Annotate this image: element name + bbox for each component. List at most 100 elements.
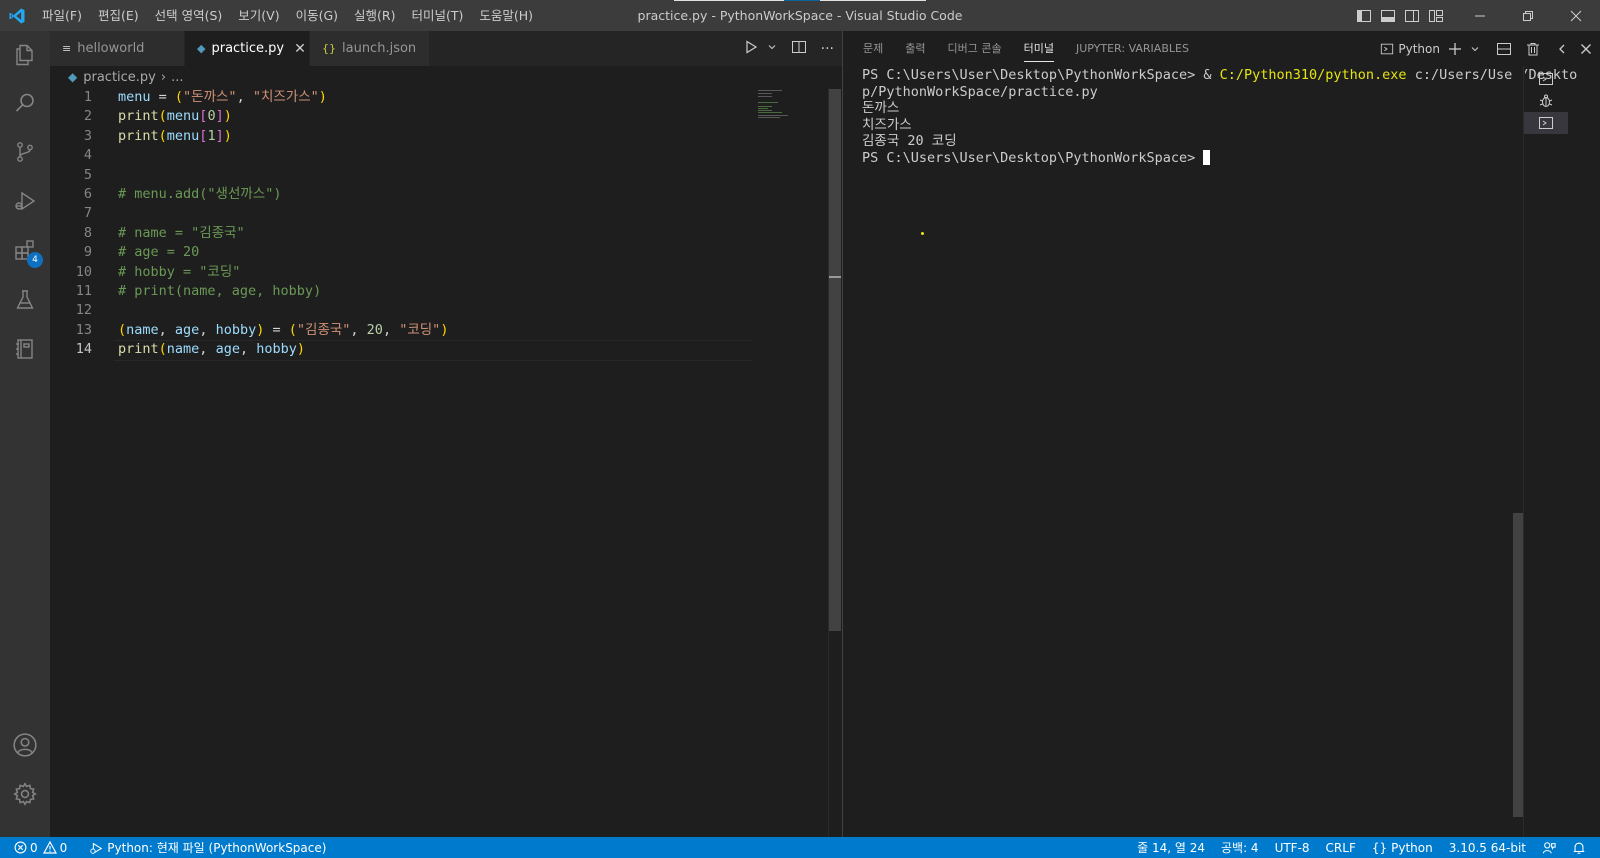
- terminal-profile[interactable]: Python: [1376, 31, 1444, 66]
- debug-terminal-icon[interactable]: [1524, 90, 1568, 112]
- kill-terminal-icon[interactable]: [1522, 31, 1544, 66]
- code-token: menu: [166, 127, 200, 144]
- customize-layout-icon[interactable]: [1424, 0, 1448, 31]
- code-line[interactable]: 7: [50, 204, 828, 223]
- code-token: ): [223, 127, 232, 144]
- code-line[interactable]: 11 # print(name, age, hobby): [50, 282, 828, 301]
- code-token: # age = 20: [118, 244, 200, 261]
- run-file-icon[interactable]: [743, 39, 759, 59]
- code-token: hobby: [256, 341, 297, 358]
- chevron-left-icon[interactable]: [1552, 31, 1572, 66]
- code-token: ,: [239, 341, 257, 358]
- tab-jupyter-variables[interactable]: JUPYTER: VARIABLES: [1076, 31, 1189, 66]
- interpreter-status[interactable]: 3.10.5 64-bit: [1441, 837, 1534, 858]
- indentation-status[interactable]: 공백: 4: [1213, 837, 1267, 858]
- tab-debug-console[interactable]: 디버그 콘솔: [948, 31, 1002, 66]
- tab-terminal[interactable]: 터미널: [1023, 31, 1055, 66]
- code-line[interactable]: 12: [50, 301, 828, 320]
- source-control-icon[interactable]: [0, 128, 50, 176]
- minimize-window-button[interactable]: [1456, 0, 1504, 31]
- language-mode-status[interactable]: {} Python: [1364, 837, 1441, 858]
- breadcrumb-file[interactable]: practice.py: [83, 70, 156, 85]
- code-token: (: [158, 341, 167, 358]
- code-line[interactable]: 13 (name, age, hobby) = ("김종국", 20, "코딩"): [50, 321, 828, 340]
- terminal-instance-icon[interactable]: [1524, 68, 1568, 90]
- extensions-icon[interactable]: 4: [0, 226, 50, 274]
- run-debug-icon[interactable]: [0, 177, 50, 225]
- menu-item-6[interactable]: 터미널(T): [404, 0, 472, 31]
- status-bar: 0 0 Python: 현재 파일 (PythonWorkSpace) 줄 14…: [0, 837, 1600, 858]
- explorer-icon[interactable]: [0, 31, 50, 79]
- title-actions: [1352, 0, 1600, 31]
- code-token: name: [166, 341, 200, 358]
- terminal-scrollbar-thumb[interactable]: [1513, 513, 1523, 817]
- search-icon[interactable]: [0, 79, 50, 127]
- close-window-button[interactable]: [1552, 0, 1600, 31]
- code-line[interactable]: 9 # age = 20: [50, 243, 828, 262]
- code-line[interactable]: 10 # hobby = "코딩": [50, 263, 828, 282]
- python-terminal-icon[interactable]: [1524, 112, 1568, 134]
- tab-helloworld[interactable]: ≡ helloworld: [50, 31, 185, 66]
- encoding-status[interactable]: UTF-8: [1267, 837, 1318, 858]
- more-actions-icon[interactable]: ···: [821, 41, 834, 57]
- line-content: print(menu[1]): [118, 127, 232, 146]
- line-number: 9: [83, 244, 92, 261]
- close-panel-icon[interactable]: [1576, 31, 1596, 66]
- code-line[interactable]: 5: [50, 166, 828, 185]
- code-line[interactable]: 4: [50, 146, 828, 165]
- toggle-panel-icon[interactable]: [1376, 0, 1400, 31]
- tab-problems[interactable]: 문제: [863, 31, 883, 66]
- settings-gear-icon[interactable]: [0, 770, 50, 818]
- restore-window-button[interactable]: [1504, 0, 1552, 31]
- terminal-tabs-list: [1523, 66, 1600, 837]
- tab-practice-py[interactable]: ◆ practice.py ✕: [185, 31, 310, 66]
- toggle-primary-sidebar-icon[interactable]: [1352, 0, 1376, 31]
- code-token: # hobby = "코딩": [118, 263, 241, 280]
- code-token: (: [174, 89, 184, 105]
- feedback-icon[interactable]: [1534, 837, 1564, 858]
- notifications-bell-icon[interactable]: [1564, 837, 1600, 858]
- account-icon[interactable]: [0, 721, 50, 769]
- code-token: ]: [215, 108, 224, 125]
- tab-launch-json[interactable]: {} launch.json: [310, 31, 430, 66]
- menu-item-3[interactable]: 보기(V): [230, 0, 287, 31]
- run-dropdown-icon[interactable]: [767, 41, 777, 56]
- line-number: 5: [83, 166, 92, 183]
- terminal-dropdown-icon[interactable]: [1466, 31, 1484, 66]
- split-editor-icon[interactable]: [791, 39, 807, 59]
- menu-item-0[interactable]: 파일(F): [34, 0, 90, 31]
- problems-status[interactable]: 0 0: [0, 837, 75, 858]
- menu-bar: 파일(F) 편집(E) 선택 영역(S) 보기(V) 이동(G) 실행(R) 터미널(T) 도…: [34, 0, 541, 31]
- new-terminal-icon[interactable]: [1444, 31, 1466, 66]
- tab-output[interactable]: 출력: [905, 31, 925, 66]
- code-token: print: [118, 108, 159, 125]
- close-tab-icon[interactable]: ✕: [294, 41, 306, 57]
- code-line[interactable]: 3 print(menu[1]): [50, 127, 828, 146]
- code-line[interactable]: 8 # name = "김종국": [50, 224, 828, 243]
- notebook-icon[interactable]: [0, 325, 50, 373]
- editor-scrollbar-thumb[interactable]: [829, 89, 841, 631]
- terminal-output[interactable]: PS C:\Users\User\Desktop\PythonWorkSpace…: [862, 67, 1577, 166]
- code-line[interactable]: 2 print(menu[0]): [50, 107, 828, 126]
- split-terminal-icon[interactable]: [1492, 31, 1516, 66]
- warning-count: 0: [59, 840, 68, 855]
- title-accent-line-blue: [784, 0, 820, 1]
- breadcrumb-more[interactable]: ...: [171, 70, 183, 85]
- toggle-secondary-sidebar-icon[interactable]: [1400, 0, 1424, 31]
- eol-status[interactable]: CRLF: [1318, 837, 1364, 858]
- menu-item-5[interactable]: 실행(R): [346, 0, 403, 31]
- menu-item-4[interactable]: 이동(G): [288, 0, 346, 31]
- code-line[interactable]: 1 menu = ("돈까스", "치즈가스"): [50, 88, 828, 107]
- menu-item-2[interactable]: 선택 영역(S): [147, 0, 231, 31]
- cursor-position-status[interactable]: 줄 14, 열 24: [1129, 837, 1213, 858]
- code-line[interactable]: 6 # menu.add("생선까스"): [50, 185, 828, 204]
- code-editor[interactable]: 1 menu = ("돈까스", "치즈가스") 2 print(menu[0]) 3 p…: [50, 88, 828, 362]
- line-number: 12: [75, 302, 92, 319]
- minimap[interactable]: [758, 88, 828, 118]
- menu-item-7[interactable]: 도움말(H): [471, 0, 541, 31]
- line-content: print(menu[0]): [118, 107, 232, 126]
- debug-config-status[interactable]: Python: 현재 파일 (PythonWorkSpace): [81, 837, 334, 858]
- menu-item-1[interactable]: 편집(E): [90, 0, 147, 31]
- code-line[interactable]: 14 print(name, age, hobby): [50, 340, 828, 362]
- testing-icon[interactable]: [0, 276, 50, 324]
